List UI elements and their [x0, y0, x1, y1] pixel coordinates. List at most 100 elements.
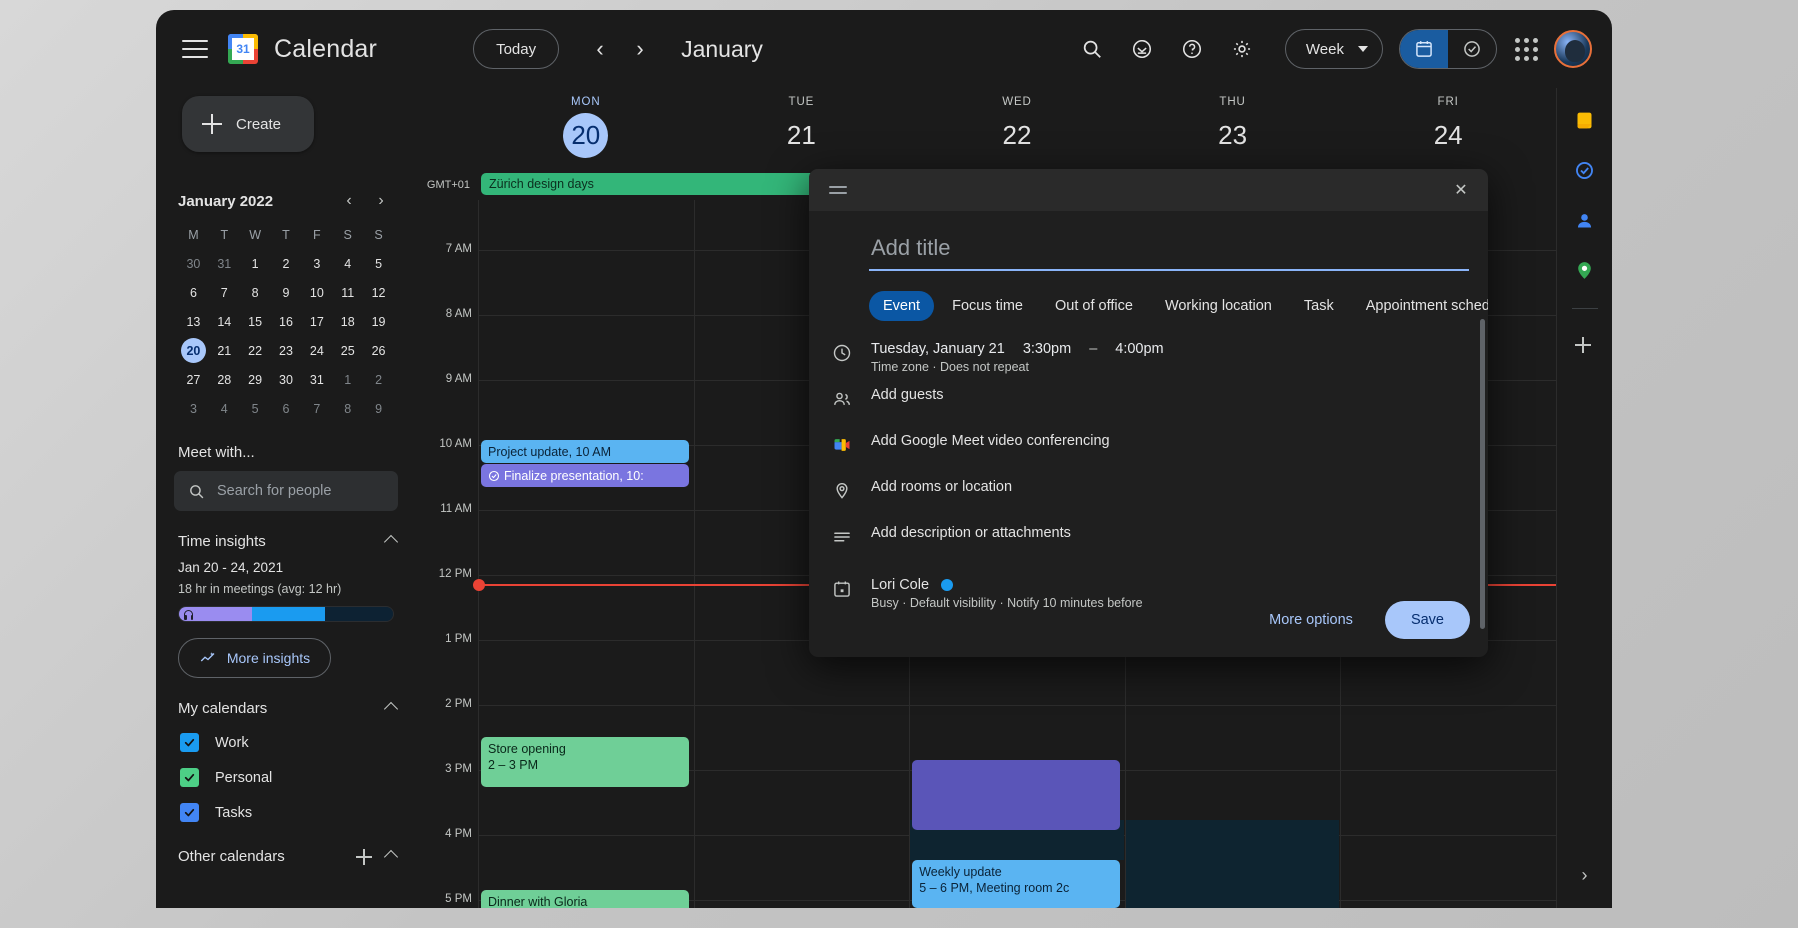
keep-icon[interactable] [1569, 104, 1601, 136]
mini-calendar-day-6[interactable]: 6 [178, 279, 209, 306]
tab-tasks-view[interactable] [1448, 30, 1496, 68]
calendar-item-work[interactable]: Work [180, 733, 402, 752]
tab-focus-time[interactable]: Focus time [938, 291, 1037, 321]
mini-calendar-day-3[interactable]: 3 [178, 395, 209, 422]
time-insights-bar[interactable] [178, 606, 394, 622]
mini-calendar-day-6[interactable]: 6 [271, 395, 302, 422]
tab-working-location[interactable]: Working location [1151, 291, 1286, 321]
calendar-item-personal[interactable]: Personal [180, 768, 402, 787]
day-header-wed[interactable]: WED 22 [909, 88, 1125, 170]
mini-calendar-day-2[interactable]: 2 [271, 250, 302, 277]
dialog-row-google-meet[interactable]: Add Google Meet video conferencing [834, 433, 1460, 467]
mini-calendar-day-13[interactable]: 13 [178, 308, 209, 335]
day-header-number[interactable]: 23 [1210, 113, 1255, 158]
mini-calendar-day-9[interactable]: 9 [271, 279, 302, 306]
hamburger-icon[interactable] [182, 40, 208, 58]
event-time-row[interactable]: Tuesday, January 21 3:30pm – 4:00pm Time… [833, 341, 1460, 375]
chevron-up-icon[interactable] [386, 704, 396, 714]
mini-calendar-day-19[interactable]: 19 [363, 308, 394, 335]
mini-calendar-day-26[interactable]: 26 [363, 337, 394, 364]
dialog-row-label[interactable]: Add description or attachments [871, 525, 1071, 541]
meet-with-search[interactable] [174, 471, 398, 511]
calendar-event[interactable]: Project update, 10 AM [481, 440, 689, 463]
mini-calendar-day-16[interactable]: 16 [271, 308, 302, 335]
search-icon[interactable] [1071, 28, 1113, 70]
mini-calendar-prev-button[interactable]: ‹ [336, 188, 362, 214]
tab-task[interactable]: Task [1290, 291, 1348, 321]
mini-calendar-day-20[interactable]: 20 [178, 337, 209, 364]
mini-calendar-day-1[interactable]: 1 [240, 250, 271, 277]
dialog-row-location-pin[interactable]: Add rooms or location [836, 479, 1460, 513]
day-header-mon[interactable]: MON 20 [478, 88, 694, 170]
mini-calendar-day-5[interactable]: 5 [363, 250, 394, 277]
day-header-number[interactable]: 20 [563, 113, 609, 158]
day-header-fri[interactable]: FRI 24 [1340, 88, 1556, 170]
mini-calendar-day-22[interactable]: 22 [240, 337, 271, 364]
contacts-icon[interactable] [1569, 204, 1601, 236]
mini-calendar-day-23[interactable]: 23 [271, 337, 302, 364]
mini-calendar-day-30[interactable]: 30 [178, 250, 209, 277]
chevron-up-icon[interactable] [386, 537, 396, 547]
dialog-row-guests[interactable]: Add guests [834, 387, 1460, 421]
day-header-number[interactable]: 22 [994, 113, 1039, 158]
dialog-row-label[interactable]: Add Google Meet video conferencing [871, 433, 1110, 449]
avatar[interactable] [1554, 30, 1592, 68]
tasks-icon[interactable] [1569, 154, 1601, 186]
event-date-text[interactable]: Tuesday, January 21 [871, 341, 1005, 357]
checkbox-checked-icon[interactable] [180, 733, 199, 752]
mini-calendar-day-30[interactable]: 30 [271, 366, 302, 393]
mini-calendar-day-11[interactable]: 11 [332, 279, 363, 306]
tab-appointment-schedule[interactable]: Appointment schedule [1352, 291, 1488, 321]
mini-calendar-day-8[interactable]: 8 [332, 395, 363, 422]
event-repeat-text[interactable]: Time zone · Does not repeat [871, 360, 1164, 374]
day-header-number[interactable]: 21 [779, 113, 824, 158]
google-apps-icon[interactable] [1515, 37, 1538, 61]
today-button[interactable]: Today [473, 29, 560, 69]
mini-calendar-day-7[interactable]: 7 [301, 395, 332, 422]
add-addon-icon[interactable] [1569, 331, 1601, 363]
day-header-tue[interactable]: TUE 21 [694, 88, 910, 170]
checkbox-checked-icon[interactable] [180, 803, 199, 822]
tab-event[interactable]: Event [869, 291, 935, 321]
calendar-event[interactable]: Store opening 2 – 3 PM [481, 737, 689, 787]
more-insights-button[interactable]: More insights [178, 638, 331, 678]
calendar-event[interactable]: Dinner with Gloria5:30 – 9 PMCentral [481, 890, 689, 908]
mini-calendar-day-5[interactable]: 5 [240, 395, 271, 422]
dialog-row-description[interactable]: Add description or attachments [834, 525, 1460, 559]
mini-calendar-day-9[interactable]: 9 [363, 395, 394, 422]
maps-icon[interactable] [1569, 254, 1601, 286]
close-icon[interactable]: ✕ [1444, 173, 1478, 207]
mini-calendar-day-10[interactable]: 10 [301, 279, 332, 306]
mini-calendar-day-27[interactable]: 27 [178, 366, 209, 393]
chevron-up-icon[interactable] [386, 852, 396, 862]
more-options-button[interactable]: More options [1255, 602, 1367, 638]
event-start-time[interactable]: 3:30pm [1023, 341, 1071, 357]
event-title-input[interactable] [869, 233, 1469, 271]
task-check-icon[interactable] [1121, 28, 1163, 70]
mini-calendar-day-17[interactable]: 17 [301, 308, 332, 335]
previous-period-button[interactable]: ‹ [581, 30, 619, 68]
day-header-number[interactable]: 24 [1426, 113, 1471, 158]
mini-calendar-day-2[interactable]: 2 [363, 366, 394, 393]
mini-calendar-day-21[interactable]: 21 [209, 337, 240, 364]
mini-calendar-day-4[interactable]: 4 [209, 395, 240, 422]
mini-calendar-day-25[interactable]: 25 [332, 337, 363, 364]
add-other-calendar-icon[interactable] [356, 848, 372, 865]
mini-calendar-day-15[interactable]: 15 [240, 308, 271, 335]
tab-calendar-view[interactable] [1400, 30, 1448, 68]
view-selector[interactable]: Week [1284, 29, 1383, 69]
event-end-time[interactable]: 4:00pm [1115, 341, 1163, 357]
mini-calendar-day-29[interactable]: 29 [240, 366, 271, 393]
mini-calendar-day-3[interactable]: 3 [301, 250, 332, 277]
save-button[interactable]: Save [1384, 601, 1470, 639]
settings-gear-icon[interactable] [1221, 28, 1263, 70]
dialog-row-label[interactable]: Add rooms or location [871, 479, 1012, 495]
day-header-thu[interactable]: THU 23 [1125, 88, 1341, 170]
mini-calendar-day-12[interactable]: 12 [363, 279, 394, 306]
calendar-item-tasks[interactable]: Tasks [180, 803, 402, 822]
dialog-scrollbar[interactable] [1480, 319, 1485, 629]
mini-calendar-day-7[interactable]: 7 [209, 279, 240, 306]
mini-calendar-day-4[interactable]: 4 [332, 250, 363, 277]
mini-calendar-day-31[interactable]: 31 [209, 250, 240, 277]
mini-calendar-next-button[interactable]: › [368, 188, 394, 214]
